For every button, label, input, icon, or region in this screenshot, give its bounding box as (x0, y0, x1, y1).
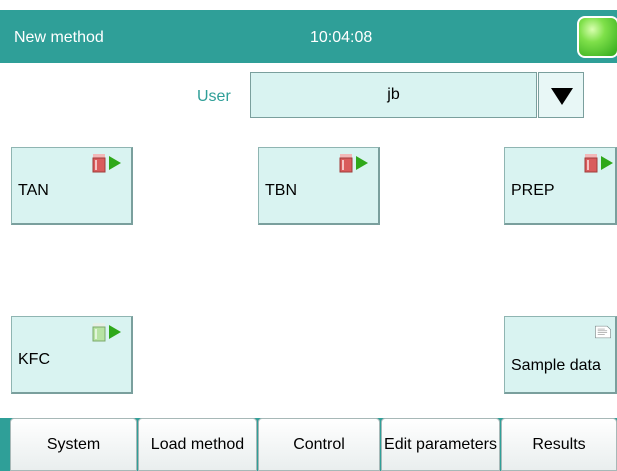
clock: 10:04:08 (310, 29, 373, 46)
beaker-green-play-icon (92, 323, 121, 342)
screen-title: New method (14, 29, 104, 46)
status-light-icon[interactable] (577, 16, 617, 58)
load-method-button[interactable]: Load method (138, 418, 257, 471)
method-tile-kfc[interactable]: KFC (11, 316, 133, 394)
tile-label: TBN (265, 182, 297, 199)
user-label: User (197, 88, 231, 105)
method-tile-prep[interactable]: PREP (504, 147, 617, 225)
beaker-red-play-icon (584, 154, 613, 173)
results-button[interactable]: Results (501, 418, 617, 471)
user-field[interactable]: jb (250, 72, 537, 118)
beaker-red-play-icon (339, 154, 368, 173)
edit-parameters-button[interactable]: Edit parameters (381, 418, 500, 471)
tile-label: TAN (18, 182, 49, 199)
method-tile-tbn[interactable]: TBN (258, 147, 380, 225)
method-tile-tan[interactable]: TAN (11, 147, 133, 225)
tile-label: KFC (18, 351, 50, 368)
document-icon (595, 325, 611, 339)
system-button[interactable]: System (10, 418, 137, 471)
beaker-red-play-icon (92, 154, 121, 173)
tile-label: Sample data (511, 357, 601, 374)
sample-data-tile[interactable]: Sample data (504, 316, 617, 394)
bottom-toolbar: System Load method Control Edit paramete… (0, 418, 617, 471)
tile-label: PREP (511, 182, 555, 199)
user-dropdown-button[interactable] (538, 72, 584, 118)
screen: New method 10:04:08 User jb TAN TBN PREP… (0, 0, 617, 471)
control-button[interactable]: Control (258, 418, 380, 471)
user-value: jb (387, 86, 400, 103)
triangle-down-icon (551, 88, 573, 105)
header-bar: New method 10:04:08 (0, 10, 617, 63)
